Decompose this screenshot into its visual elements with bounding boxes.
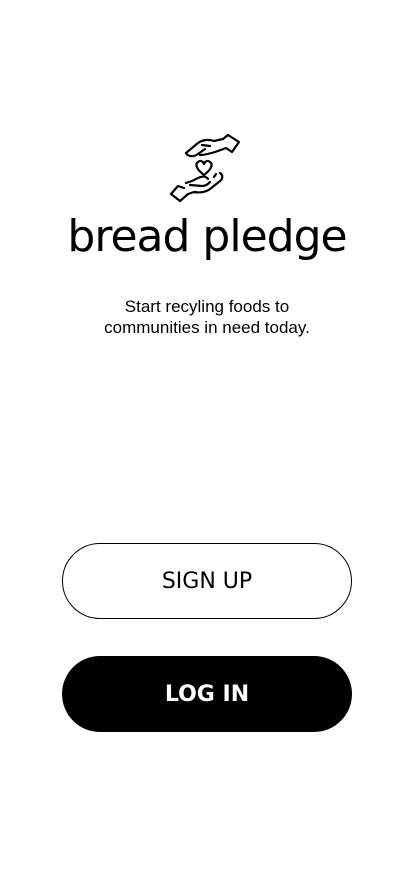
log-in-button[interactable]: LOG IN — [62, 656, 352, 732]
app-title: bread pledge — [67, 211, 347, 262]
tagline: Start recyling foods to communities in n… — [0, 296, 414, 338]
hands-heart-icon — [169, 133, 241, 203]
log-in-button-label: LOG IN — [164, 681, 250, 707]
sign-up-button-label: SIGN UP — [161, 568, 253, 594]
tagline-line-2: communities in need today. — [104, 318, 310, 337]
sign-up-button[interactable]: SIGN UP — [62, 543, 352, 619]
tagline-line-1: Start recyling foods to — [124, 297, 290, 316]
welcome-screen: bread pledge Start recyling foods to com… — [0, 0, 414, 896]
